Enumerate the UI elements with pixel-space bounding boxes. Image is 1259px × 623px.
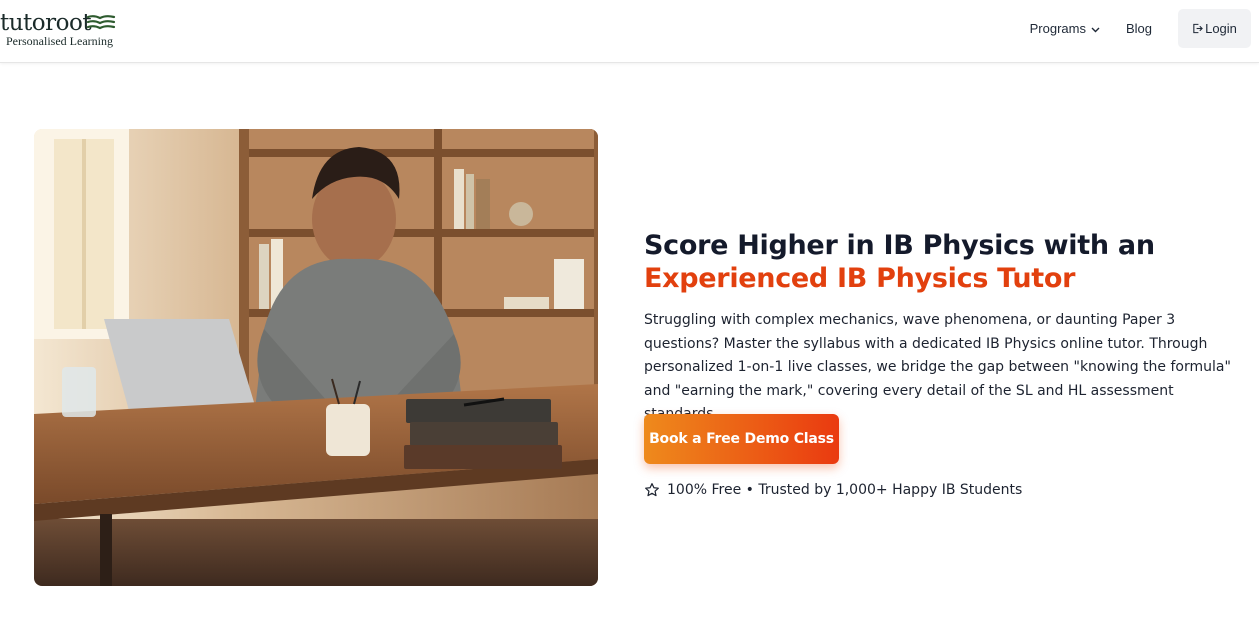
brand-logo[interactable]: tutoroot Personalised Learning — [0, 10, 120, 50]
nav-programs-label: Programs — [1029, 21, 1086, 36]
brand-tagline: Personalised Learning — [6, 34, 113, 48]
hero-headline-line1: Score Higher in IB Physics with an — [644, 230, 1155, 261]
star-outline-icon — [645, 483, 659, 497]
nav-programs[interactable]: Programs — [1030, 21, 1100, 36]
main-nav: Programs Blog Login — [1030, 9, 1251, 48]
trust-text: 100% Free • Trusted by 1,000+ Happy IB S… — [667, 482, 1023, 498]
chevron-down-icon — [1091, 27, 1100, 32]
hero-headline: Score Higher in IB Physics with an Exper… — [644, 229, 1244, 295]
open-book-icon — [86, 15, 116, 30]
login-button[interactable]: Login — [1178, 9, 1251, 48]
book-demo-label: Book a Free Demo Class — [649, 431, 834, 447]
hero-description: Struggling with complex mechanics, wave … — [644, 312, 1231, 422]
login-icon — [1193, 23, 1203, 34]
trust-line: 100% Free • Trusted by 1,000+ Happy IB S… — [644, 479, 1022, 501]
brand-name: tutoroot — [0, 10, 92, 36]
nav-blog-label: Blog — [1125, 21, 1152, 36]
nav-blog[interactable]: Blog — [1126, 21, 1152, 36]
top-navigation-bar: tutoroot Personalised Learning Programs … — [0, 0, 1259, 63]
book-demo-button[interactable]: Book a Free Demo Class — [644, 414, 839, 464]
hero-headline-accent: Experienced IB Physics Tutor — [644, 263, 1076, 294]
login-label: Login — [1205, 21, 1237, 36]
hero-student-photo — [34, 129, 598, 586]
